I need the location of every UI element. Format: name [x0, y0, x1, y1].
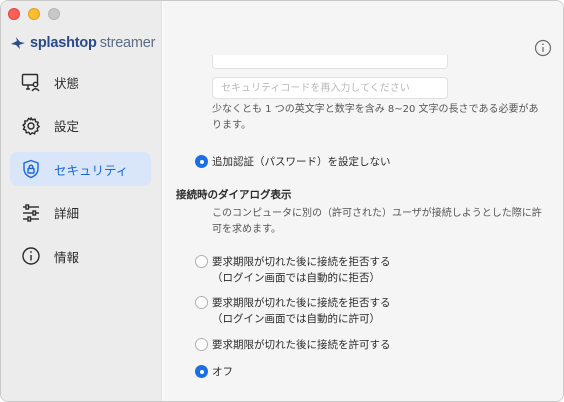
- security-code-field[interactable]: [212, 55, 448, 69]
- no-additional-auth-radio[interactable]: 追加認証（パスワード）を設定しない: [195, 154, 391, 170]
- help-info-icon[interactable]: [534, 39, 552, 57]
- reenter-security-code-field[interactable]: [212, 77, 448, 99]
- radio-button[interactable]: [195, 296, 208, 309]
- radio-label-line2: （ログイン画面では自動的に許可）: [212, 313, 380, 325]
- connection-dialog-title: 接続時のダイアログ表示: [176, 189, 292, 201]
- radio-button[interactable]: [195, 255, 208, 268]
- sidebar-item-status[interactable]: 状態: [10, 65, 151, 99]
- sidebar-item-label: 詳細: [54, 206, 80, 221]
- sliders-icon: [20, 202, 42, 224]
- radio-label: 要求期限が切れた後に接続を許可する: [212, 339, 391, 351]
- connection-dialog-description: このコンピュータに別の（許可された）ユーザが接続しようとした際に許可を求めます。: [212, 208, 542, 235]
- dialog-off-radio[interactable]: オフ: [195, 364, 233, 380]
- radio-button[interactable]: [195, 338, 208, 351]
- sidebar-item-label: セキュリティ: [54, 162, 129, 178]
- monitor-person-icon: [20, 71, 42, 93]
- sidebar: splashtop streamer 状態 設定 セキュリティ 詳細 情報: [1, 1, 162, 401]
- sidebar-item-about[interactable]: 情報: [10, 239, 151, 273]
- radio-label: オフ: [212, 366, 233, 378]
- gear-icon: [20, 115, 42, 137]
- app-window: splashtop streamer 状態 設定 セキュリティ 詳細 情報 少な…: [0, 0, 564, 402]
- deny-after-timeout-allow-login-radio[interactable]: 要求期限が切れた後に接続を拒否する （ログイン画面では自動的に許可）: [195, 295, 391, 327]
- shield-lock-icon: [20, 158, 42, 180]
- brand-logo: splashtop streamer: [10, 35, 155, 51]
- maximize-window-button[interactable]: [48, 8, 60, 20]
- window-controls: [8, 8, 60, 20]
- radio-button-checked[interactable]: [195, 155, 208, 168]
- sidebar-item-security[interactable]: セキュリティ: [10, 152, 151, 186]
- sidebar-nav: 状態 設定 セキュリティ 詳細 情報: [10, 65, 151, 283]
- brand-name: splashtop streamer: [30, 35, 155, 51]
- radio-label-line2: （ログイン画面では自動的に拒否）: [212, 272, 380, 284]
- sidebar-item-advanced[interactable]: 詳細: [10, 196, 151, 230]
- minimize-window-button[interactable]: [28, 8, 40, 20]
- brand-name-light: streamer: [99, 35, 156, 51]
- close-window-button[interactable]: [8, 8, 20, 20]
- radio-label: 要求期限が切れた後に接続を拒否する （ログイン画面では自動的に拒否）: [212, 254, 391, 286]
- deny-after-timeout-radio[interactable]: 要求期限が切れた後に接続を拒否する （ログイン画面では自動的に拒否）: [195, 254, 391, 286]
- sidebar-item-label: 状態: [54, 75, 80, 91]
- security-settings-panel: 少なくとも 1 つの英文字と数字を含み 8~20 文字の長さである必要があります…: [163, 1, 563, 401]
- radio-label: 追加認証（パスワード）を設定しない: [212, 156, 391, 168]
- sidebar-item-settings[interactable]: 設定: [10, 109, 151, 143]
- radio-label: 要求期限が切れた後に接続を拒否する （ログイン画面では自動的に許可）: [212, 295, 391, 327]
- info-icon: [20, 245, 42, 267]
- splashtop-logo-icon: [11, 37, 25, 49]
- sidebar-item-label: 設定: [54, 119, 80, 134]
- sidebar-item-label: 情報: [54, 249, 80, 265]
- radio-label-line1: 要求期限が切れた後に接続を拒否する: [212, 256, 391, 268]
- allow-after-timeout-radio[interactable]: 要求期限が切れた後に接続を許可する: [195, 337, 391, 353]
- radio-button-checked[interactable]: [195, 365, 208, 378]
- radio-label-line1: 要求期限が切れた後に接続を拒否する: [212, 297, 391, 309]
- password-requirement-hint: 少なくとも 1 つの英文字と数字を含み 8~20 文字の長さである必要があります…: [212, 104, 539, 131]
- brand-name-bold: splashtop: [30, 35, 97, 51]
